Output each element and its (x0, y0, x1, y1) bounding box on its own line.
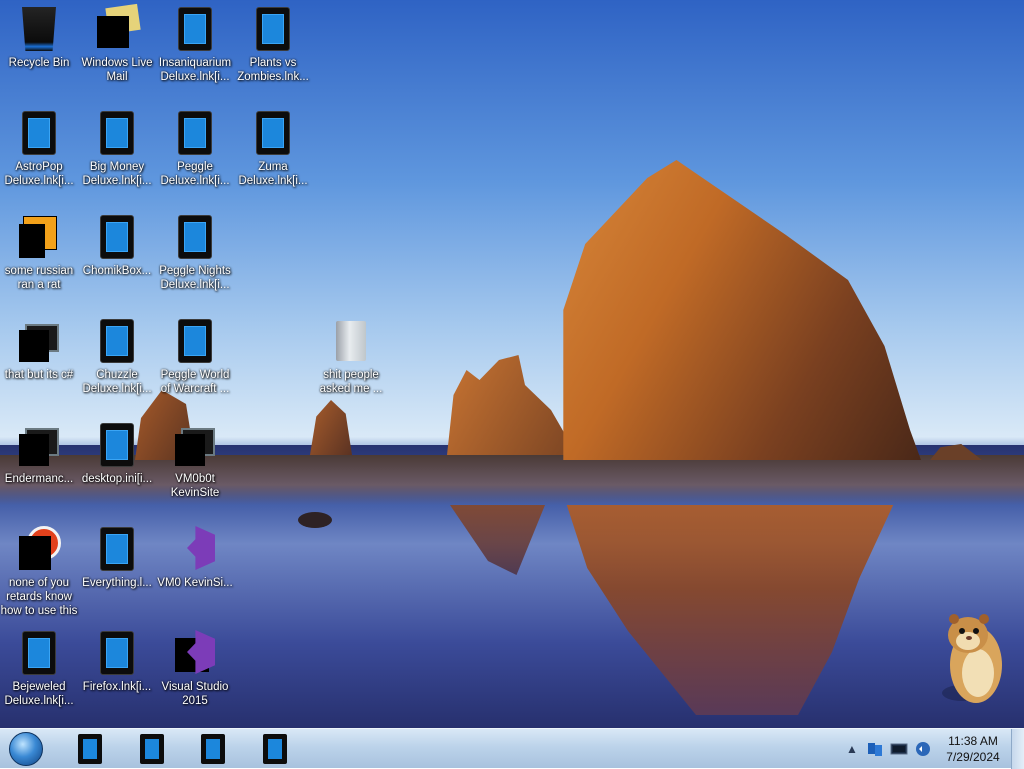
game-shortcut-icon (19, 630, 59, 676)
taskbar-pinned-app-4[interactable] (257, 733, 293, 765)
network-icon (868, 743, 882, 756)
game-shortcut-icon (97, 318, 137, 364)
icon-label: Visual Studio 2015 (161, 681, 229, 707)
icon-label: Insaniquarium Deluxe.lnk[i... (158, 57, 232, 83)
tray-display[interactable] (890, 729, 908, 769)
show-desktop-button[interactable] (1011, 729, 1024, 769)
desktop-icon-endermanc[interactable]: Endermanc... (0, 422, 78, 486)
taskbar-pinned-app-1[interactable] (72, 733, 108, 765)
desktop-icon-big-money[interactable]: Big Money Deluxe.lnk[i... (78, 110, 156, 188)
icon-label: Recycle Bin (8, 57, 70, 69)
recycle-bin-icon (19, 6, 59, 52)
desktop-icon-bejeweled[interactable]: Bejeweled Deluxe.lnk[i... (0, 630, 78, 708)
game-shortcut-icon (175, 110, 215, 156)
wallpaper-haystack-rock (563, 160, 921, 460)
icon-label: VM0b0t KevinSite (170, 473, 220, 499)
desktop-icon-windows-live-mail[interactable]: Windows Live Mail (78, 6, 156, 84)
desktop-icon-visual-studio[interactable]: Visual Studio 2015 (156, 630, 234, 708)
desktop-icon-insaniquarium[interactable]: Insaniquarium Deluxe.lnk[i... (156, 6, 234, 84)
icon-label: Windows Live Mail (81, 57, 153, 83)
icon-label: Peggle Nights Deluxe.lnk[i... (159, 265, 231, 291)
game-shortcut-icon (97, 526, 137, 572)
game-shortcut-icon (175, 6, 215, 52)
app-icon (19, 214, 59, 260)
game-shortcut-icon (175, 318, 215, 364)
desktop-icon-folder[interactable]: shit people asked me ... (312, 318, 390, 396)
vs-icon (175, 630, 215, 676)
icon-label: desktop.ini[i... (81, 473, 153, 485)
taskbar-pinned-app-2[interactable] (134, 733, 170, 765)
icon-label: shit people asked me ... (319, 369, 383, 395)
icon-label: ChomikBox... (82, 265, 152, 277)
start-button[interactable] (6, 731, 46, 767)
wallpaper-rock-mid (447, 355, 577, 455)
icon-label: none of you retards know how to use this (0, 577, 78, 617)
clock-date: 7/29/2024 (946, 750, 1000, 764)
desktop-icon-peggle-nights[interactable]: Peggle Nights Deluxe.lnk[i... (156, 214, 234, 292)
tray-network[interactable] (866, 729, 884, 769)
icon-label: some russian ran a rat (4, 265, 74, 291)
desktop-icon-recycle-bin[interactable]: Recycle Bin (0, 6, 78, 70)
wallpaper-rock-small (310, 400, 352, 455)
desktop-icon-desktop-ini[interactable]: desktop.ini[i... (78, 422, 156, 486)
icon-label: AstroPop Deluxe.lnk[i... (4, 161, 74, 187)
monitor-icon (19, 422, 59, 468)
game-shortcut-icon (97, 214, 137, 260)
desktop-icon-chuzzle[interactable]: Chuzzle Deluxe.lnk[i... (78, 318, 156, 396)
icon-label: Plants vs Zombies.lnk... (237, 57, 309, 83)
game-shortcut-icon (253, 110, 293, 156)
tray-expand-button[interactable]: ▲ (846, 729, 858, 769)
hamster-gadget-icon[interactable] (940, 605, 1006, 707)
taskbar: ▲ 11:38 AM 7/29/2024 (0, 728, 1024, 769)
desktop-icon-astropop[interactable]: AstroPop Deluxe.lnk[i... (0, 110, 78, 188)
icon-label: Everything.l... (82, 577, 152, 589)
icon-label: Peggle Deluxe.lnk[i... (160, 161, 230, 187)
icon-label: that but its c# (4, 369, 74, 381)
desktop-icon-none-of-you[interactable]: none of you retards know how to use this (0, 526, 78, 618)
desktop-icon-vm0[interactable]: VM0 KevinSi... (156, 526, 234, 590)
desktop-icon-csharp[interactable]: that but its c# (0, 318, 78, 382)
icon-label: Bejeweled Deluxe.lnk[i... (4, 681, 74, 707)
game-shortcut-icon (97, 110, 137, 156)
desktop-icon-peggle-wow[interactable]: Peggle World of Warcraft ... (156, 318, 234, 396)
desktop-icon-firefox[interactable]: Firefox.lnk[i... (78, 630, 156, 694)
game-shortcut-icon (19, 110, 59, 156)
game-shortcut-icon (253, 6, 293, 52)
vs-icon (175, 526, 215, 572)
game-shortcut-icon (175, 214, 215, 260)
clock[interactable]: 11:38 AM 7/29/2024 (928, 733, 1018, 765)
desktop-icon-peggle[interactable]: Peggle Deluxe.lnk[i... (156, 110, 234, 188)
icon-label: Endermanc... (4, 473, 74, 485)
icon-label: Chuzzle Deluxe.lnk[i... (82, 369, 152, 395)
clock-time: 11:38 AM (948, 734, 998, 748)
icon-label: VM0 KevinSi... (157, 577, 233, 589)
game-shortcut-icon (97, 630, 137, 676)
desktop-icon-russian-rat[interactable]: some russian ran a rat (0, 214, 78, 292)
taskbar-pinned-app-3[interactable] (195, 733, 231, 765)
game-shortcut-icon (97, 422, 137, 468)
wallpaper-pebble (298, 512, 332, 528)
file-icon (19, 318, 59, 364)
desktop-icon-zuma[interactable]: Zuma Deluxe.lnk[i... (234, 110, 312, 188)
icon-label: Peggle World of Warcraft ... (160, 369, 230, 395)
icon-label: Zuma Deluxe.lnk[i... (238, 161, 308, 187)
start-orb-icon (9, 732, 43, 766)
desktop[interactable]: Recycle Bin AstroPop Deluxe.lnk[i... som… (0, 0, 1024, 728)
chevron-up-icon: ▲ (846, 742, 858, 756)
icon-label: Big Money Deluxe.lnk[i... (82, 161, 152, 187)
monitor-icon (175, 422, 215, 468)
folder-icon (331, 318, 371, 364)
desktop-icon-plants-vs-zombies[interactable]: Plants vs Zombies.lnk... (234, 6, 312, 84)
mail-icon (97, 6, 137, 52)
desktop-icon-vm0b0t[interactable]: VM0b0t KevinSite (156, 422, 234, 500)
icon-label: Firefox.lnk[i... (82, 681, 152, 693)
desktop-icon-everything[interactable]: Everything.l... (78, 526, 156, 590)
desktop-icon-chomikbox[interactable]: ChomikBox... (78, 214, 156, 278)
browser-icon (19, 526, 61, 572)
display-icon (890, 743, 908, 755)
